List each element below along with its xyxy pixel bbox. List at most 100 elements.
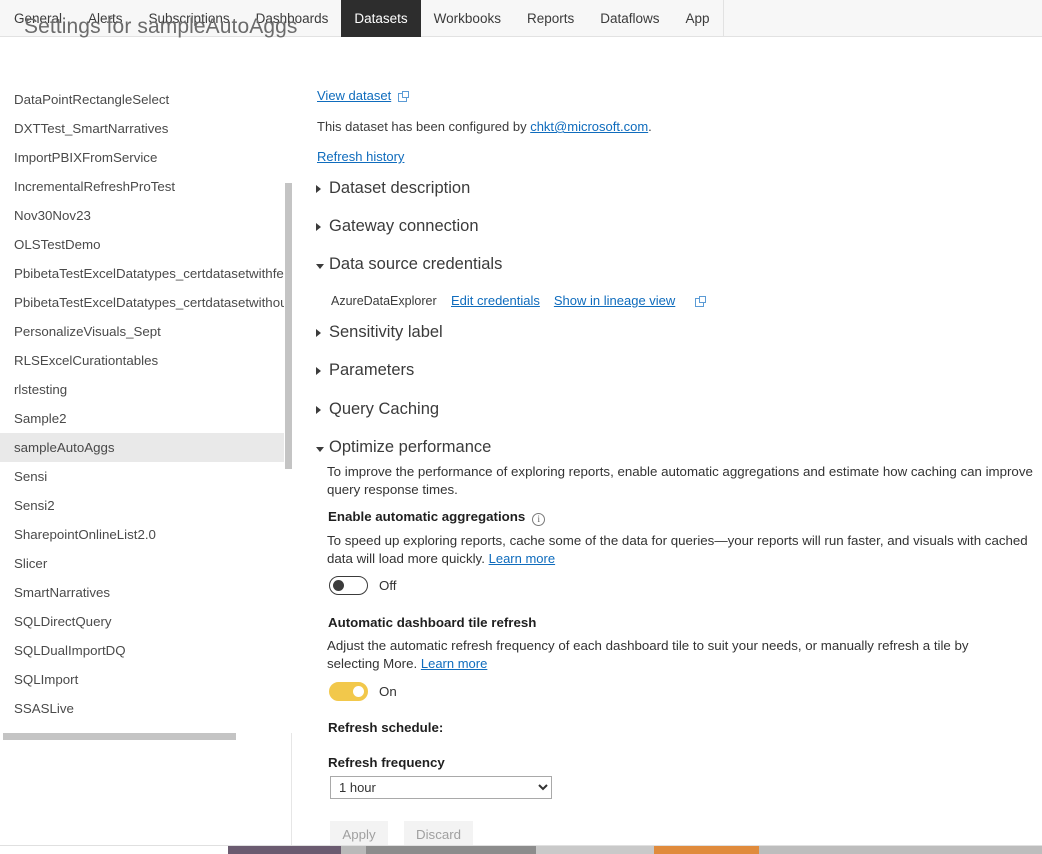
configured-email-link[interactable]: chkt@microsoft.com	[530, 119, 648, 134]
list-item[interactable]: SQLDirectQuery	[0, 607, 291, 636]
refresh-frequency-label: Refresh frequency	[328, 755, 445, 770]
sidebar-horizontal-scrollbar-thumb[interactable]	[3, 733, 236, 740]
tab-dataflows[interactable]: Dataflows	[587, 0, 672, 37]
section-optimize-performance[interactable]: Optimize performance	[316, 438, 491, 457]
auto-aggregations-learn-more-link[interactable]: Learn more	[489, 551, 555, 566]
sidebar-vertical-scrollbar-thumb[interactable]	[285, 183, 292, 469]
section-query-caching[interactable]: Query Caching	[316, 400, 439, 419]
section-label: Gateway connection	[329, 217, 479, 235]
list-item[interactable]: IncrementalRefreshProTest	[0, 172, 291, 201]
section-label: Optimize performance	[329, 438, 492, 456]
tab-datasets[interactable]: Datasets	[341, 0, 421, 37]
list-item[interactable]: SQLImport	[0, 665, 291, 694]
apply-button[interactable]: Apply	[330, 821, 388, 848]
list-item-sampleautoaggs[interactable]: sampleAutoAggs	[0, 433, 291, 462]
list-item[interactable]: Sample2	[0, 404, 291, 433]
chevron-down-icon	[316, 445, 326, 452]
section-label: Sensitivity label	[329, 323, 443, 341]
bottom-strip-segment	[759, 846, 1042, 854]
edit-credentials-link[interactable]: Edit credentials	[451, 293, 540, 308]
discard-button[interactable]: Discard	[404, 821, 474, 848]
section-parameters[interactable]: Parameters	[316, 361, 414, 380]
list-item[interactable]: PbibetaTestExcelDatatypes_certdatasetwit…	[0, 288, 291, 317]
action-button-row: Apply Discard	[330, 821, 474, 848]
list-item[interactable]: RLSExcelCurationtables	[0, 346, 291, 375]
bottom-strip-segment	[0, 846, 228, 854]
show-in-lineage-view-link[interactable]: Show in lineage view	[554, 293, 675, 308]
section-data-source-credentials[interactable]: Data source credentials	[316, 255, 502, 274]
enable-auto-aggregations-label-group: Enable automatic aggregations i	[328, 509, 546, 526]
page-title: Settings for sampleAutoAggs	[24, 15, 298, 38]
tile-refresh-learn-more-link[interactable]: Learn more	[421, 656, 487, 671]
list-item[interactable]: SSASLive	[0, 694, 291, 723]
section-label: Query Caching	[329, 400, 440, 418]
list-item[interactable]: ImportPBIXFromService	[0, 143, 291, 172]
optimize-performance-description: To improve the performance of exploring …	[327, 464, 1033, 497]
section-gateway-connection[interactable]: Gateway connection	[316, 217, 479, 236]
bottom-cutoff-strip	[0, 846, 1042, 854]
list-item[interactable]: rlstesting	[0, 375, 291, 404]
tab-reports[interactable]: Reports	[514, 0, 587, 37]
tile-refresh-toggle-row: On	[329, 682, 397, 701]
chevron-right-icon	[316, 366, 326, 375]
refresh-schedule-label: Refresh schedule:	[328, 720, 444, 735]
chevron-right-icon	[316, 405, 326, 414]
tab-workbooks[interactable]: Workbooks	[421, 0, 514, 37]
tile-refresh-toggle-state: On	[379, 684, 397, 699]
configured-prefix: This dataset has been configured by	[317, 119, 531, 134]
chevron-right-icon	[316, 184, 326, 193]
chevron-right-icon	[316, 328, 326, 337]
auto-aggregations-description-text: To speed up exploring reports, cache som…	[327, 533, 1028, 566]
enable-auto-aggregations-label: Enable automatic aggregations	[328, 509, 526, 524]
list-item[interactable]: PbibetaTestExcelDatatypes_certdatasetwit…	[0, 259, 291, 288]
app-root: General Alerts Subscriptions Dashboards …	[0, 0, 1042, 854]
list-item[interactable]: Nov30Nov23	[0, 201, 291, 230]
data-source-name: AzureDataExplorer	[331, 293, 437, 308]
list-item[interactable]: Sensi2	[0, 491, 291, 520]
external-link-icon	[695, 295, 707, 307]
bottom-strip-segment	[536, 846, 654, 854]
list-item[interactable]: DXTTest_SmartNarratives	[0, 114, 291, 143]
section-label: Parameters	[329, 361, 415, 379]
list-item[interactable]: Sensi	[0, 462, 291, 491]
list-item[interactable]: SharepointOnlineList2.0	[0, 520, 291, 549]
external-link-icon	[398, 90, 410, 102]
list-item[interactable]: OLSTestDemo	[0, 230, 291, 259]
chevron-right-icon	[316, 222, 326, 231]
tile-refresh-toggle[interactable]	[329, 682, 368, 701]
refresh-history-link[interactable]: Refresh history	[317, 149, 404, 164]
toggle-knob	[353, 686, 364, 697]
auto-aggregations-description: To speed up exploring reports, cache som…	[327, 532, 1042, 568]
data-source-credentials-row: AzureDataExplorer Edit credentials Show …	[331, 293, 707, 308]
list-item[interactable]: DataPointRectangleSelect	[0, 85, 291, 114]
list-item[interactable]: SQLDualImportDQ	[0, 636, 291, 665]
refresh-frequency-select[interactable]: 15 minutes30 minutes1 hour	[330, 776, 552, 799]
configured-suffix: .	[648, 119, 652, 134]
bottom-strip-segment	[228, 846, 341, 854]
view-dataset-link[interactable]: View dataset	[317, 88, 391, 103]
list-item[interactable]: SmartNarratives	[0, 578, 291, 607]
auto-aggregations-toggle-state: Off	[379, 578, 397, 593]
refresh-history-row: Refresh history	[317, 149, 404, 164]
info-icon[interactable]: i	[532, 513, 546, 526]
list-item[interactable]: Slicer	[0, 549, 291, 578]
toggle-knob	[333, 580, 344, 591]
auto-aggregations-toggle-row: Off	[329, 576, 397, 595]
dataset-list[interactable]: DataPointRectangleSelect DXTTest_SmartNa…	[0, 85, 291, 769]
tab-bar-filler	[722, 0, 1042, 36]
configured-by-text: This dataset has been configured by chkt…	[317, 119, 652, 134]
view-dataset-row: View dataset	[317, 88, 410, 103]
list-item[interactable]: PersonalizeVisuals_Sept	[0, 317, 291, 346]
tab-app[interactable]: App	[673, 0, 723, 37]
bottom-strip-segment	[341, 846, 366, 854]
section-label: Dataset description	[329, 179, 471, 197]
section-sensitivity-label[interactable]: Sensitivity label	[316, 323, 443, 342]
section-label: Data source credentials	[329, 255, 503, 273]
tile-refresh-description: Adjust the automatic refresh frequency o…	[327, 637, 1017, 673]
bottom-strip-segment	[654, 846, 759, 854]
auto-aggregations-toggle[interactable]	[329, 576, 368, 595]
section-dataset-description[interactable]: Dataset description	[316, 179, 470, 198]
bottom-strip-segment	[366, 846, 536, 854]
chevron-down-icon	[316, 262, 326, 269]
tile-refresh-label: Automatic dashboard tile refresh	[328, 615, 537, 630]
